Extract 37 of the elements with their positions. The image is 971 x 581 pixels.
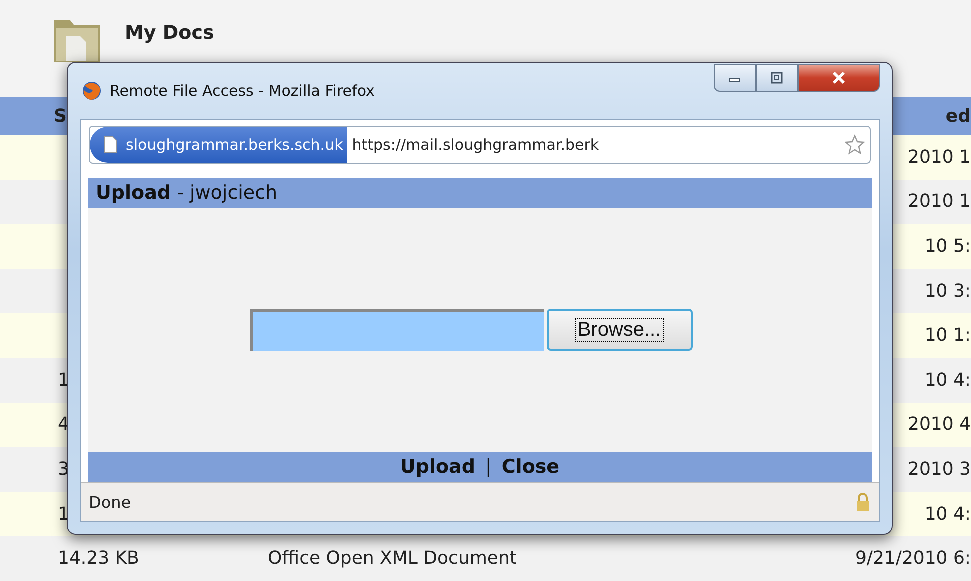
close-button[interactable] <box>798 64 880 92</box>
browse-button[interactable]: Browse... <box>546 309 692 351</box>
table-cell: Office Open XML Document <box>268 548 517 570</box>
url-text: https://mail.sloughgrammar.berk <box>351 136 600 154</box>
page-icon <box>104 136 118 154</box>
dialog-heading: Upload - jwojciech <box>88 178 872 208</box>
firefox-icon <box>82 81 102 101</box>
file-input-field[interactable] <box>250 309 544 351</box>
status-text: Done <box>89 492 132 512</box>
site-identity-button[interactable]: sloughgrammar.berks.sch.uk <box>90 127 348 163</box>
table-cell: 1 <box>58 504 70 525</box>
table-cell: 10 4: <box>924 504 971 525</box>
minimize-button[interactable] <box>714 64 756 92</box>
separator: | <box>485 456 492 478</box>
column-header: S <box>53 106 68 126</box>
window-title: Remote File Access - Mozilla Firefox <box>110 82 375 100</box>
table-cell: 9/21/2010 6: <box>855 548 971 570</box>
star-icon[interactable] <box>844 134 866 156</box>
table-cell: 2010 1 <box>908 146 971 168</box>
table-cell: 10 1: <box>924 325 971 346</box>
action-link[interactable]: Close <box>502 456 560 478</box>
address-bar[interactable]: sloughgrammar.berks.sch.uk https://mail.sloughgrammar.berk <box>89 126 871 164</box>
table-cell: 10 5: <box>924 236 971 257</box>
maximize-button[interactable] <box>756 64 798 92</box>
table-cell: 10 3: <box>924 280 971 302</box>
action-link[interactable]: Upload <box>400 456 476 478</box>
close-icon <box>831 71 847 85</box>
table-cell: 10 4: <box>924 370 971 391</box>
column-header: ed <box>944 106 971 126</box>
table-cell: 1 <box>58 370 70 391</box>
table-cell: 2010 1 <box>908 191 971 212</box>
table-cell: 14.23 KB <box>58 548 140 570</box>
restore-icon <box>770 72 784 84</box>
page-title: My Docs <box>125 22 214 44</box>
table-cell: 2010 4 <box>908 414 971 436</box>
padlock-icon <box>855 492 871 512</box>
table-cell: 2010 3 <box>908 458 971 480</box>
